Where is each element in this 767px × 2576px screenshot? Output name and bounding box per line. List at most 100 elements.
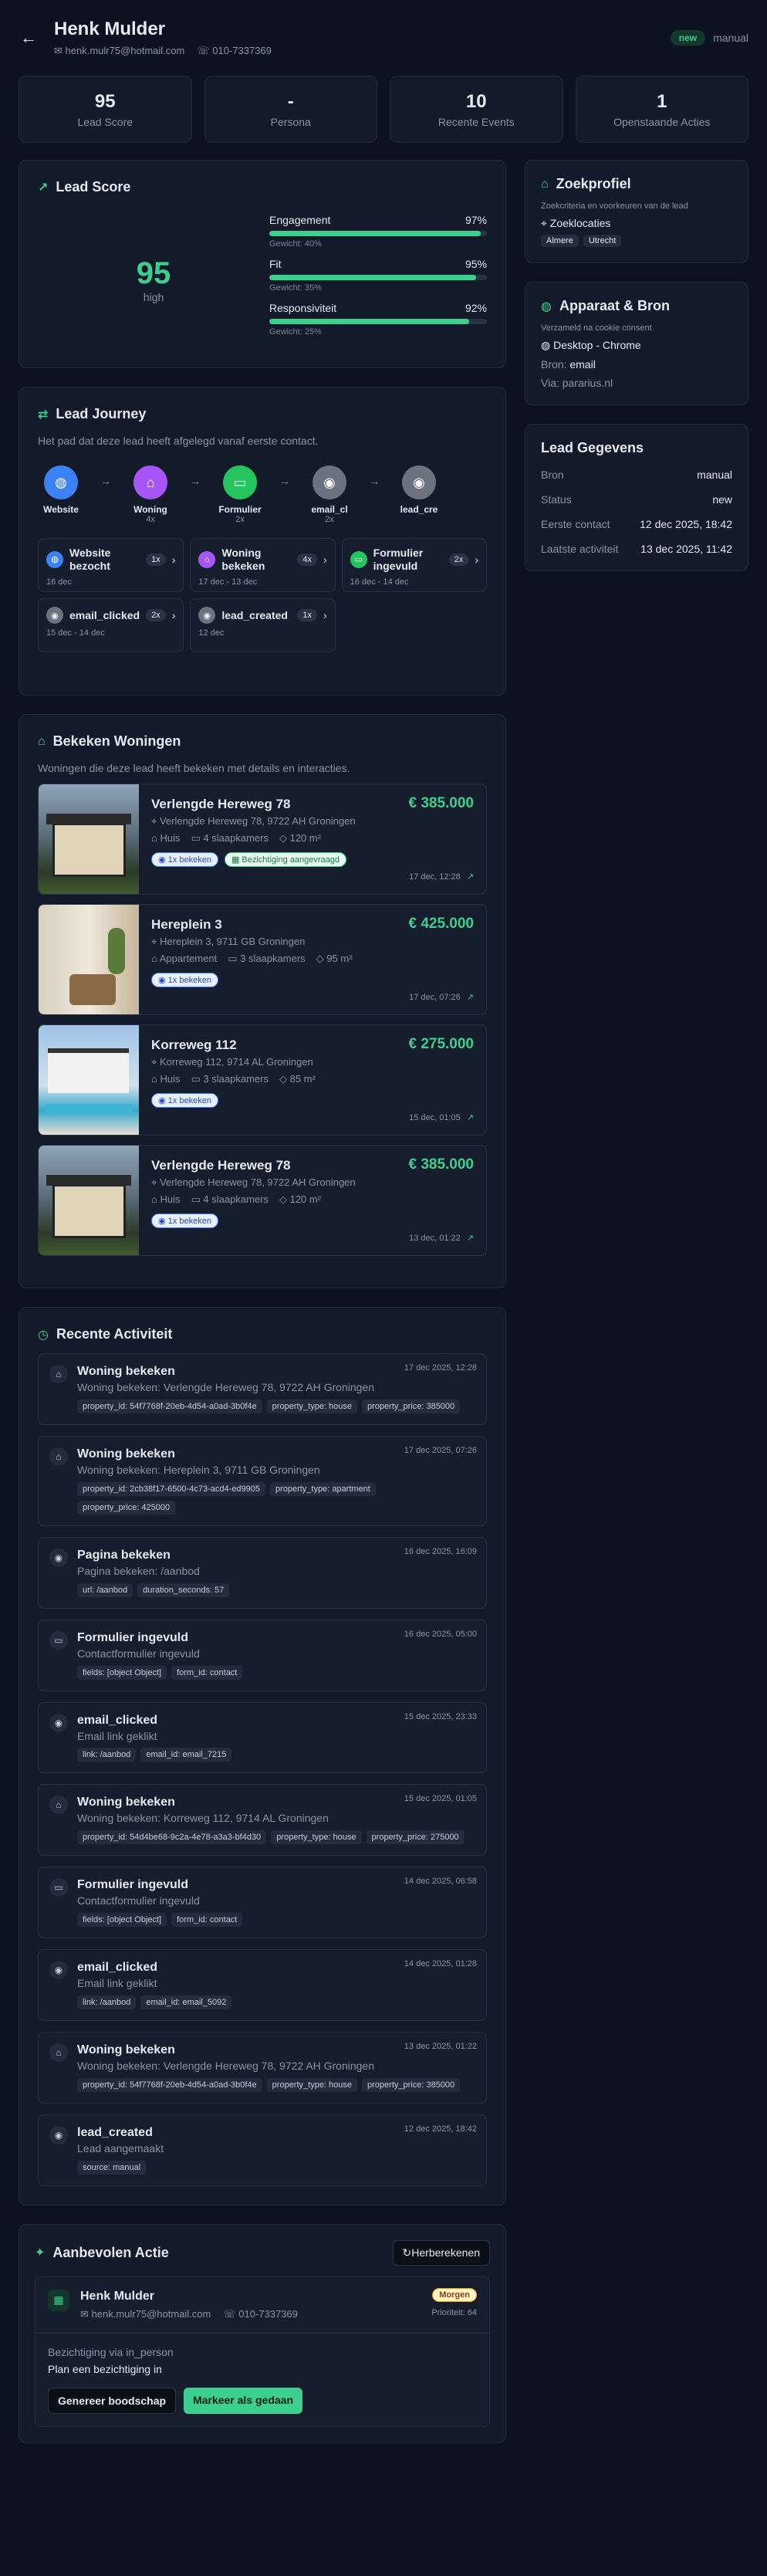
metric-bar: [269, 275, 487, 280]
activity-date: 15 dec 2025, 01:05: [404, 1794, 477, 1804]
eye-icon: ◉: [49, 2126, 68, 2145]
journey-card[interactable]: ▭ Formulier ingevuld 2x › 16 dec - 14 dec: [341, 538, 487, 592]
lead-score-section: ↗ Lead Score 95 high Engagement 97% Gewich…: [19, 160, 506, 368]
chevron-right-icon: ›: [475, 553, 478, 566]
back-arrow-icon[interactable]: ←: [19, 28, 39, 48]
eye-icon: ◉: [46, 607, 63, 624]
info-row: Laatste activiteit 13 dec 2025, 11:42: [541, 543, 732, 555]
property-card[interactable]: Verlengde Hereweg 78 € 385.000 ⌖ Verleng…: [38, 784, 487, 895]
flow-label: email_cl: [311, 504, 348, 515]
journey-card-name: lead_created: [221, 608, 288, 621]
lead-detail-page: ← Henk Mulder ✉ henk.mulr75@hotmail.com …: [0, 0, 767, 2576]
section-subtitle: Het pad dat deze lead heeft afgelegd van…: [38, 435, 319, 447]
device-name: Desktop - Chrome: [553, 339, 641, 351]
lead-phone[interactable]: ☏ 010-7337369: [197, 45, 272, 57]
eye-icon: ◉: [49, 1713, 68, 1732]
stat-card: 10 Recente Events: [390, 76, 563, 143]
recommended-phone[interactable]: ☏ 010-7337369: [223, 2308, 298, 2320]
stat-label: Lead Score: [77, 115, 133, 128]
activity-item[interactable]: ⌂ Woning bekeken Woning bekeken: Hereplein…: [38, 1435, 487, 1526]
chat-icon: ▭: [223, 465, 257, 499]
refresh-icon: ↻: [402, 2246, 412, 2259]
activity-item[interactable]: ◉ Pagina bekeken Pagina bekeken: /aanbod ur…: [38, 1536, 487, 1609]
activity-item[interactable]: ◉ lead_created Lead aangemaakt source: manu…: [38, 2114, 487, 2186]
metric-weight: Gewicht: 25%: [269, 327, 322, 337]
recommended-email[interactable]: ✉ henk.mulr75@hotmail.com: [80, 2308, 211, 2320]
section-title: Lead Gegevens: [541, 440, 644, 455]
eye-icon: ◉: [158, 855, 166, 865]
mail-icon: ✉: [80, 2307, 89, 2320]
journey-card-name: Website bezocht: [69, 547, 111, 572]
property-type: ⌂ Appartement: [151, 953, 218, 964]
location-pin-icon: ⌖: [541, 217, 547, 229]
property-address: Korreweg 112, 9714 AL Groningen: [159, 1056, 313, 1068]
home-icon: ⌂: [151, 1073, 157, 1085]
generate-message-button[interactable]: Genereer boodschap: [48, 2387, 177, 2414]
external-link-icon[interactable]: ↗: [467, 1112, 474, 1122]
ruler-icon: ◇: [279, 832, 287, 844]
activity-tag: property_id: 54d4be68-9c2a-4e78-a3a3-bf4…: [77, 1830, 267, 1845]
recalculate-button[interactable]: ↻Herberekenen: [392, 2239, 490, 2266]
stat-value: 10: [465, 90, 487, 112]
activity-item[interactable]: ▭ Formulier ingevuld Contactformulier inge…: [38, 1867, 487, 1939]
flow-step: ▭ Formulier 2x: [217, 465, 263, 524]
info-row: Status new: [541, 493, 732, 506]
activity-date: 12 dec 2025, 18:42: [404, 2124, 477, 2134]
activity-item[interactable]: ◉ email_clicked Email link geklikt link: /a…: [38, 1701, 487, 1774]
property-rooms: ▭ 4 slaapkamers: [191, 1193, 269, 1205]
activity-desc: Woning bekeken: Verlengde Hereweg 78, 97…: [77, 2060, 375, 2073]
eye-icon: ◉: [158, 976, 166, 985]
journey-card[interactable]: ⌂ Woning bekeken 4x › 17 dec - 13 dec: [190, 538, 336, 592]
chat-icon: ▭: [49, 1878, 68, 1897]
journey-card-date: 15 dec - 14 dec: [46, 628, 105, 638]
home-icon: ⌂: [49, 1447, 68, 1466]
activity-item[interactable]: ◉ email_clicked Email link geklikt link: /a…: [38, 1949, 487, 2022]
priority-label: Prioriteit: 64: [431, 2307, 477, 2317]
section-subtitle: Zoekcriteria en voorkeuren van de lead: [541, 201, 688, 211]
journey-card-date: 12 dec: [198, 628, 225, 638]
home-icon: ⌂: [151, 832, 157, 844]
external-link-icon[interactable]: ↗: [467, 1233, 474, 1243]
property-price: € 425.000: [408, 916, 474, 932]
due-badge: Morgen: [432, 2287, 477, 2302]
activity-tag: property_id: 54f7768f-20eb-4d54-a0ad-3b0…: [77, 2078, 262, 2093]
metric-responsiveness: Responsiviteit 92% Gewicht: 25%: [269, 302, 487, 337]
property-rooms: ▭ 3 slaapkamers: [228, 953, 306, 964]
activity-item[interactable]: ▭ Formulier ingevuld Contactformulier inge…: [38, 1619, 487, 1691]
property-card[interactable]: Hereplein 3 € 425.000 ⌖ Hereplein 3, 971…: [38, 904, 487, 1015]
mail-icon: ✉: [54, 45, 63, 56]
flow-step: ◉ lead_cre: [396, 465, 442, 515]
stat-value: -: [287, 90, 294, 112]
eye-icon: ◉: [198, 607, 216, 624]
journey-card[interactable]: ◉ lead_created 1x › 12 dec: [190, 598, 336, 652]
action-reason: Bezichtiging via in_person: [48, 2345, 174, 2358]
activity-tag: property_price: 385000: [362, 1399, 461, 1413]
journey-card-count: 1x: [297, 609, 317, 621]
lead-email[interactable]: ✉ henk.mulr75@hotmail.com: [54, 45, 184, 57]
activity-date: 17 dec 2025, 07:26: [404, 1445, 477, 1455]
mark-done-button[interactable]: Markeer als gedaan: [184, 2387, 303, 2414]
source-label: manual: [713, 32, 748, 44]
journey-card-count: 4x: [297, 553, 317, 566]
journey-card[interactable]: ◍ Website bezocht 1x › 16 dec: [38, 538, 184, 592]
viewed-chip: ◉ 1x bekeken: [151, 1093, 218, 1108]
property-card[interactable]: Verlengde Hereweg 78 € 385.000 ⌖ Verleng…: [38, 1145, 487, 1256]
activity-item[interactable]: ⌂ Woning bekeken Woning bekeken: Verlengde…: [38, 1353, 487, 1425]
source-label: Bron:: [541, 358, 567, 371]
locations-label: Zoeklocaties: [549, 217, 611, 229]
activity-item[interactable]: ⌂ Woning bekeken Woning bekeken: Korreweg …: [38, 1784, 487, 1857]
metric-weight: Gewicht: 35%: [269, 283, 322, 293]
property-card[interactable]: Korreweg 112 € 275.000 ⌖ Korreweg 112, 9…: [38, 1024, 487, 1136]
viewed-properties-section: ⌂ Bekeken Woningen Woningen die deze lead…: [19, 714, 506, 1288]
property-date: 15 dec, 01:05: [409, 1112, 461, 1122]
sparkles-icon: ✦: [35, 2246, 46, 2260]
external-link-icon[interactable]: ↗: [467, 872, 474, 882]
activity-item[interactable]: ⌂ Woning bekeken Woning bekeken: Verlengde…: [38, 2032, 487, 2104]
external-link-icon[interactable]: ↗: [467, 992, 474, 1002]
journey-card[interactable]: ◉ email_clicked 2x › 15 dec - 14 dec: [38, 598, 184, 652]
flow-count: 4x: [146, 515, 155, 524]
stats-row: 95 Lead Score - Persona 10 Recente Events 1…: [19, 76, 748, 143]
section-title: Lead Journey: [56, 406, 147, 421]
property-rooms: ▭ 3 slaapkamers: [191, 1073, 269, 1085]
home-icon: ⌂: [49, 1796, 68, 1815]
